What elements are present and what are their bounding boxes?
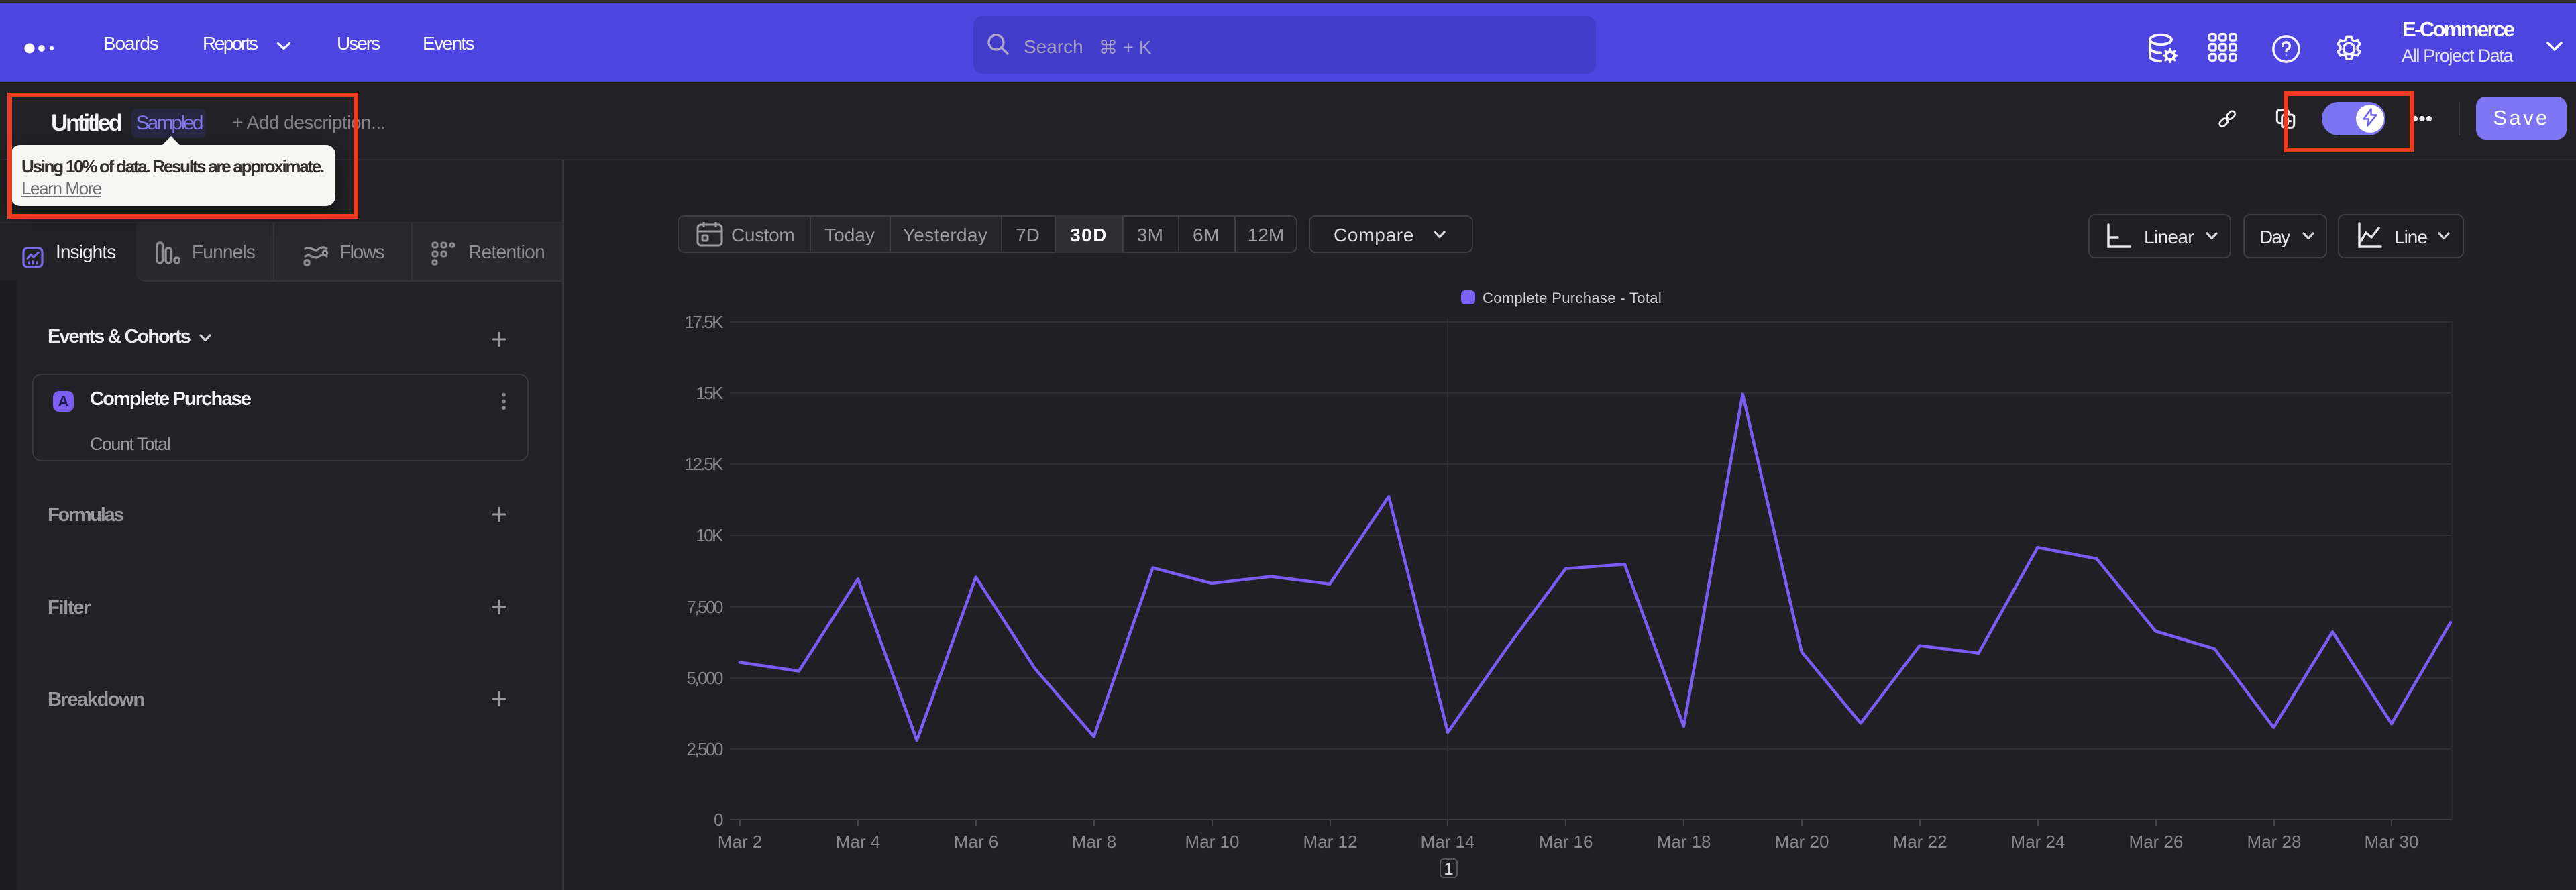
svg-text:Mar 20: Mar 20 [1775,832,1829,852]
svg-text:12.5K: 12.5K [685,454,724,474]
svg-text:Mar 6: Mar 6 [954,832,998,852]
svg-text:Mar 12: Mar 12 [1303,832,1358,852]
svg-text:Mar 22: Mar 22 [1893,832,1947,852]
svg-text:Mar 2: Mar 2 [718,832,762,852]
svg-text:Mar 18: Mar 18 [1657,832,1711,852]
svg-text:15K: 15K [696,383,724,403]
svg-text:Mar 14: Mar 14 [1421,832,1475,852]
svg-text:5,000: 5,000 [686,668,723,688]
svg-text:Mar 8: Mar 8 [1072,832,1116,852]
svg-text:2,500: 2,500 [686,739,723,759]
svg-text:17.5K: 17.5K [685,312,724,332]
svg-text:7,500: 7,500 [686,597,723,617]
svg-text:Mar 26: Mar 26 [2129,832,2184,852]
svg-text:Mar 24: Mar 24 [2011,832,2065,852]
svg-text:Mar 30: Mar 30 [2365,832,2419,852]
svg-text:Mar 4: Mar 4 [836,832,880,852]
svg-text:10K: 10K [696,525,724,545]
svg-text:0: 0 [714,810,723,830]
svg-text:Mar 16: Mar 16 [1539,832,1593,852]
svg-text:Mar 28: Mar 28 [2247,832,2302,852]
svg-text:Mar 10: Mar 10 [1185,832,1240,852]
